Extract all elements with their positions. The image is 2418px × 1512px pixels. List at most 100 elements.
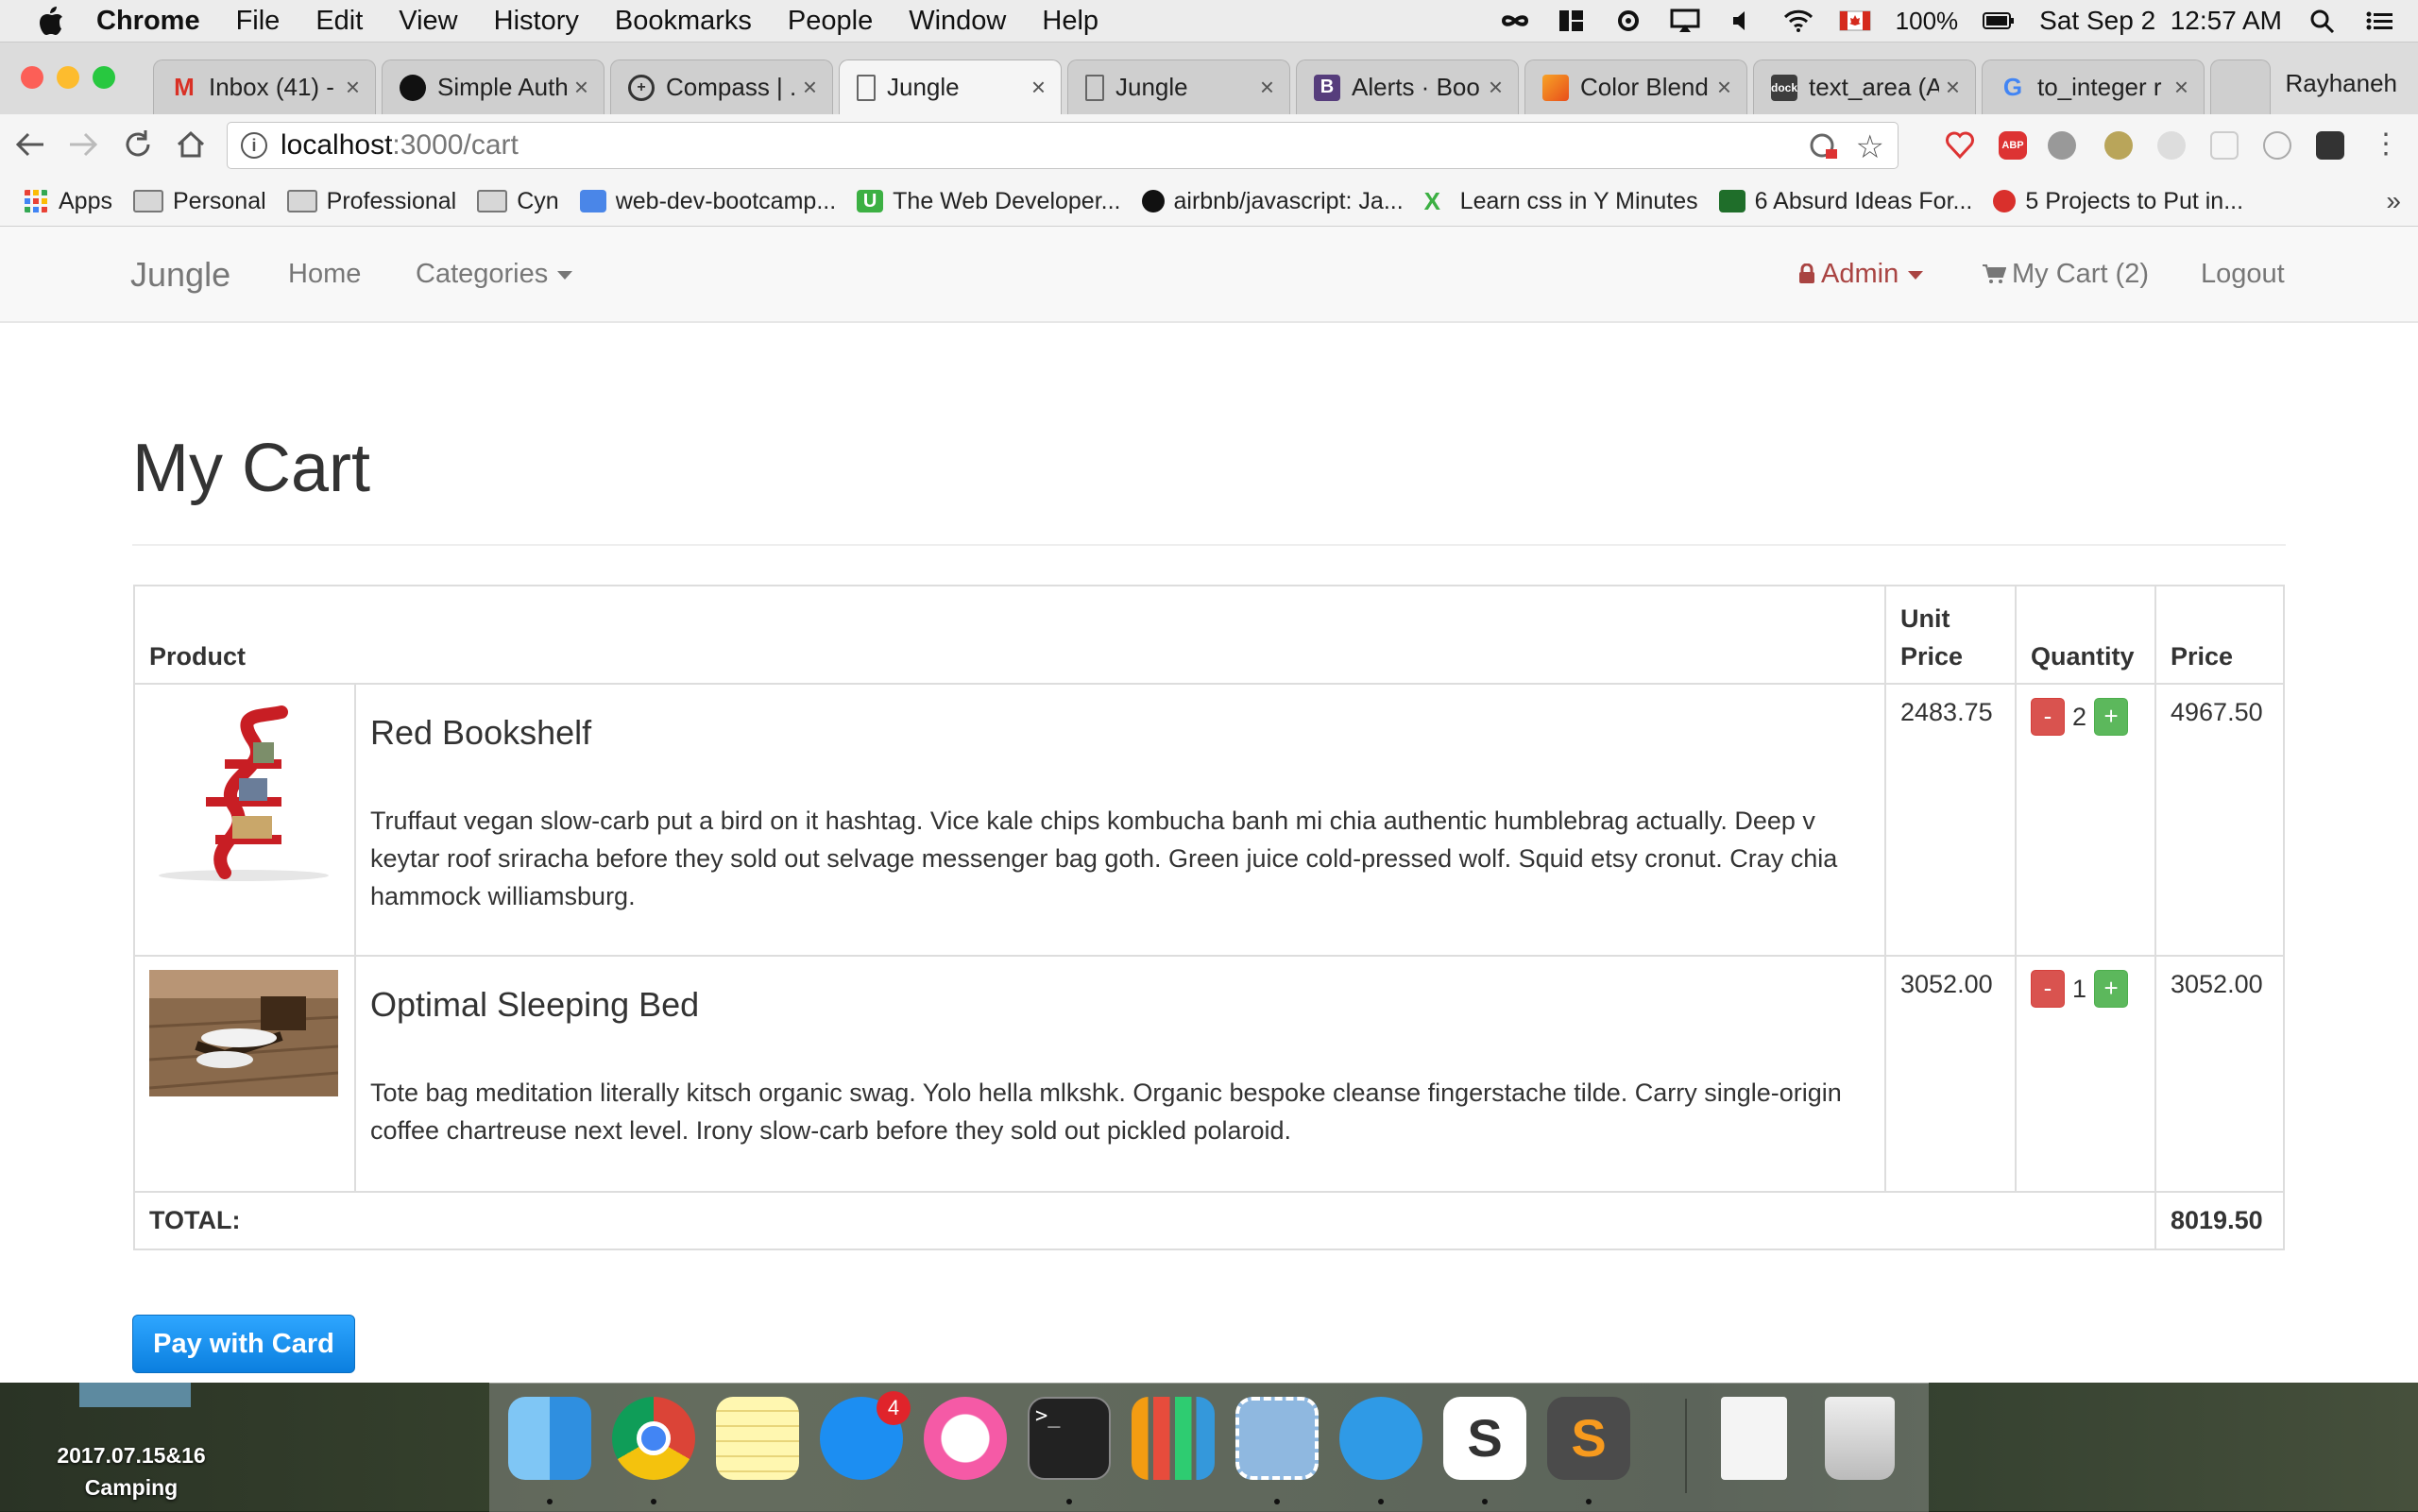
- tab-compass[interactable]: + Compass | . ×: [610, 59, 833, 114]
- tab-close-icon[interactable]: ×: [568, 73, 588, 102]
- heart-extension-icon[interactable]: [1946, 131, 1974, 160]
- tab-simple-auth[interactable]: Simple Auth ×: [382, 59, 604, 114]
- tab-close-icon[interactable]: ×: [1711, 73, 1731, 102]
- bookmark-web-developer[interactable]: U The Web Developer...: [857, 188, 1121, 215]
- bookmark-web-dev-bootcamp[interactable]: web-dev-bootcamp...: [579, 188, 836, 215]
- tab-alerts-bootstrap[interactable]: B Alerts · Boo ×: [1296, 59, 1519, 114]
- keynote-chart-icon[interactable]: [1132, 1397, 1215, 1480]
- tab-close-icon[interactable]: ×: [1939, 73, 1960, 102]
- canada-flag-icon[interactable]: [1839, 8, 1871, 33]
- tab-close-icon[interactable]: ×: [796, 73, 817, 102]
- chrome-icon[interactable]: [612, 1397, 695, 1480]
- tab-close-icon[interactable]: ×: [339, 73, 360, 102]
- home-icon[interactable]: [174, 127, 208, 161]
- nav-home-link[interactable]: Home: [288, 259, 361, 290]
- menu-bookmarks[interactable]: Bookmarks: [615, 6, 752, 37]
- menu-file[interactable]: File: [236, 6, 281, 37]
- translate-blocked-icon[interactable]: [1809, 132, 1839, 161]
- tab-jungle-active[interactable]: Jungle ×: [839, 59, 1062, 114]
- window-minimize-button[interactable]: [57, 66, 79, 89]
- window-manager-icon[interactable]: [1556, 8, 1588, 33]
- film-reel-extension-icon[interactable]: [2048, 131, 2076, 160]
- sublime-text-icon[interactable]: S: [1547, 1397, 1630, 1480]
- apple-icon[interactable]: [38, 6, 64, 36]
- itunes-icon[interactable]: [924, 1397, 1007, 1480]
- reload-icon[interactable]: [121, 127, 155, 161]
- decrease-quantity-button[interactable]: -: [2031, 698, 2065, 736]
- moon-extension-icon[interactable]: [2157, 131, 2186, 160]
- bookmarks-overflow-icon[interactable]: »: [2386, 186, 2401, 216]
- tab-inbox[interactable]: M Inbox (41) - ×: [153, 59, 376, 114]
- back-arrow-icon[interactable]: [13, 127, 47, 161]
- profile-name[interactable]: Rayhaneh: [2285, 69, 2397, 98]
- address-bar[interactable]: i localhost:3000/cart ☆: [227, 122, 1899, 169]
- bookmark-personal[interactable]: Personal: [132, 188, 266, 215]
- nav-admin-dropdown[interactable]: Admin: [1798, 259, 1924, 290]
- navbar-brand[interactable]: Jungle: [130, 255, 230, 295]
- volume-icon[interactable]: [1726, 8, 1758, 33]
- wifi-icon[interactable]: [1782, 8, 1814, 33]
- tab-to-integer[interactable]: G to_integer r ×: [1982, 59, 2205, 114]
- chrome-menu-icon[interactable]: ⋮: [2369, 127, 2403, 161]
- product-name[interactable]: Optimal Sleeping Bed: [370, 985, 1870, 1025]
- tab-close-icon[interactable]: ×: [1253, 73, 1274, 102]
- tab-close-icon[interactable]: ×: [2168, 73, 2188, 102]
- battery-percentage[interactable]: 100%: [1896, 7, 1959, 36]
- pdf-document-icon[interactable]: [1721, 1397, 1787, 1480]
- desktop-folder-thumbnail[interactable]: [79, 1383, 191, 1407]
- red-bookshelf-image[interactable]: [149, 698, 338, 887]
- menu-app-name[interactable]: Chrome: [96, 6, 200, 37]
- slack-icon[interactable]: S: [1443, 1397, 1526, 1480]
- window-zoom-button[interactable]: [93, 66, 115, 89]
- menu-window[interactable]: Window: [909, 6, 1006, 37]
- new-tab-button[interactable]: [2210, 59, 2271, 114]
- desktop-folder-label[interactable]: 2017.07.15&16 Camping: [32, 1439, 230, 1504]
- spotlight-search-icon[interactable]: [2307, 8, 2339, 33]
- airplay-icon[interactable]: [1669, 8, 1701, 33]
- infinity-icon[interactable]: [1499, 8, 1531, 33]
- bulb-extension-icon[interactable]: [2104, 131, 2133, 160]
- trash-icon[interactable]: [1825, 1397, 1895, 1480]
- nav-categories-dropdown[interactable]: Categories: [416, 259, 573, 290]
- adblock-plus-icon[interactable]: ABP: [1999, 131, 2027, 160]
- bookmark-projects[interactable]: 5 Projects to Put in...: [1993, 188, 2243, 215]
- menu-help[interactable]: Help: [1042, 6, 1098, 37]
- coffee-extension-icon[interactable]: [2316, 131, 2344, 160]
- window-extension-icon[interactable]: [2210, 131, 2239, 160]
- menubar-clock[interactable]: Sat Sep 2 12:57 AM: [2039, 6, 2282, 36]
- tab-close-icon[interactable]: ×: [1025, 73, 1046, 102]
- bookmark-airbnb-javascript[interactable]: airbnb/javascript: Ja...: [1141, 188, 1404, 215]
- forward-arrow-icon[interactable]: [66, 127, 100, 161]
- tab-text-area[interactable]: dock text_area (A ×: [1753, 59, 1976, 114]
- bookmark-apps[interactable]: Apps: [23, 188, 112, 215]
- tab-jungle[interactable]: Jungle ×: [1067, 59, 1290, 114]
- bookmark-cyn[interactable]: Cyn: [477, 188, 559, 215]
- finder-icon[interactable]: [508, 1397, 591, 1480]
- react-devtools-icon[interactable]: [2263, 131, 2291, 160]
- decrease-quantity-button[interactable]: -: [2031, 970, 2065, 1008]
- tab-close-icon[interactable]: ×: [1482, 73, 1503, 102]
- mail-stamp-icon[interactable]: [1235, 1397, 1319, 1480]
- notes-icon[interactable]: [716, 1397, 799, 1480]
- increase-quantity-button[interactable]: +: [2094, 698, 2129, 736]
- tab-color-blend[interactable]: Color Blend ×: [1524, 59, 1747, 114]
- nav-cart-link[interactable]: My Cart (2): [1982, 259, 2149, 290]
- menu-people[interactable]: People: [788, 6, 873, 37]
- window-close-button[interactable]: [21, 66, 43, 89]
- site-info-icon[interactable]: i: [241, 132, 267, 159]
- battery-icon[interactable]: [1983, 8, 2015, 33]
- increase-quantity-button[interactable]: +: [2094, 970, 2129, 1008]
- product-name[interactable]: Red Bookshelf: [370, 713, 1870, 753]
- gear-monitor-icon[interactable]: [1612, 8, 1644, 33]
- bookmark-learn-css[interactable]: X Learn css in Y Minutes: [1424, 188, 1698, 215]
- menu-edit[interactable]: Edit: [315, 6, 363, 37]
- sleeping-bed-image[interactable]: [149, 970, 338, 1096]
- nav-logout-link[interactable]: Logout: [2201, 259, 2285, 290]
- pay-with-card-button[interactable]: Pay with Card: [132, 1315, 355, 1373]
- bookmark-star-icon[interactable]: ☆: [1856, 128, 1884, 166]
- menu-view[interactable]: View: [399, 6, 457, 37]
- postgres-elephant-icon[interactable]: [1339, 1397, 1422, 1480]
- terminal-icon[interactable]: >_: [1028, 1397, 1111, 1480]
- bookmark-absurd-ideas[interactable]: 6 Absurd Ideas For...: [1718, 188, 1972, 215]
- menu-history[interactable]: History: [494, 6, 579, 37]
